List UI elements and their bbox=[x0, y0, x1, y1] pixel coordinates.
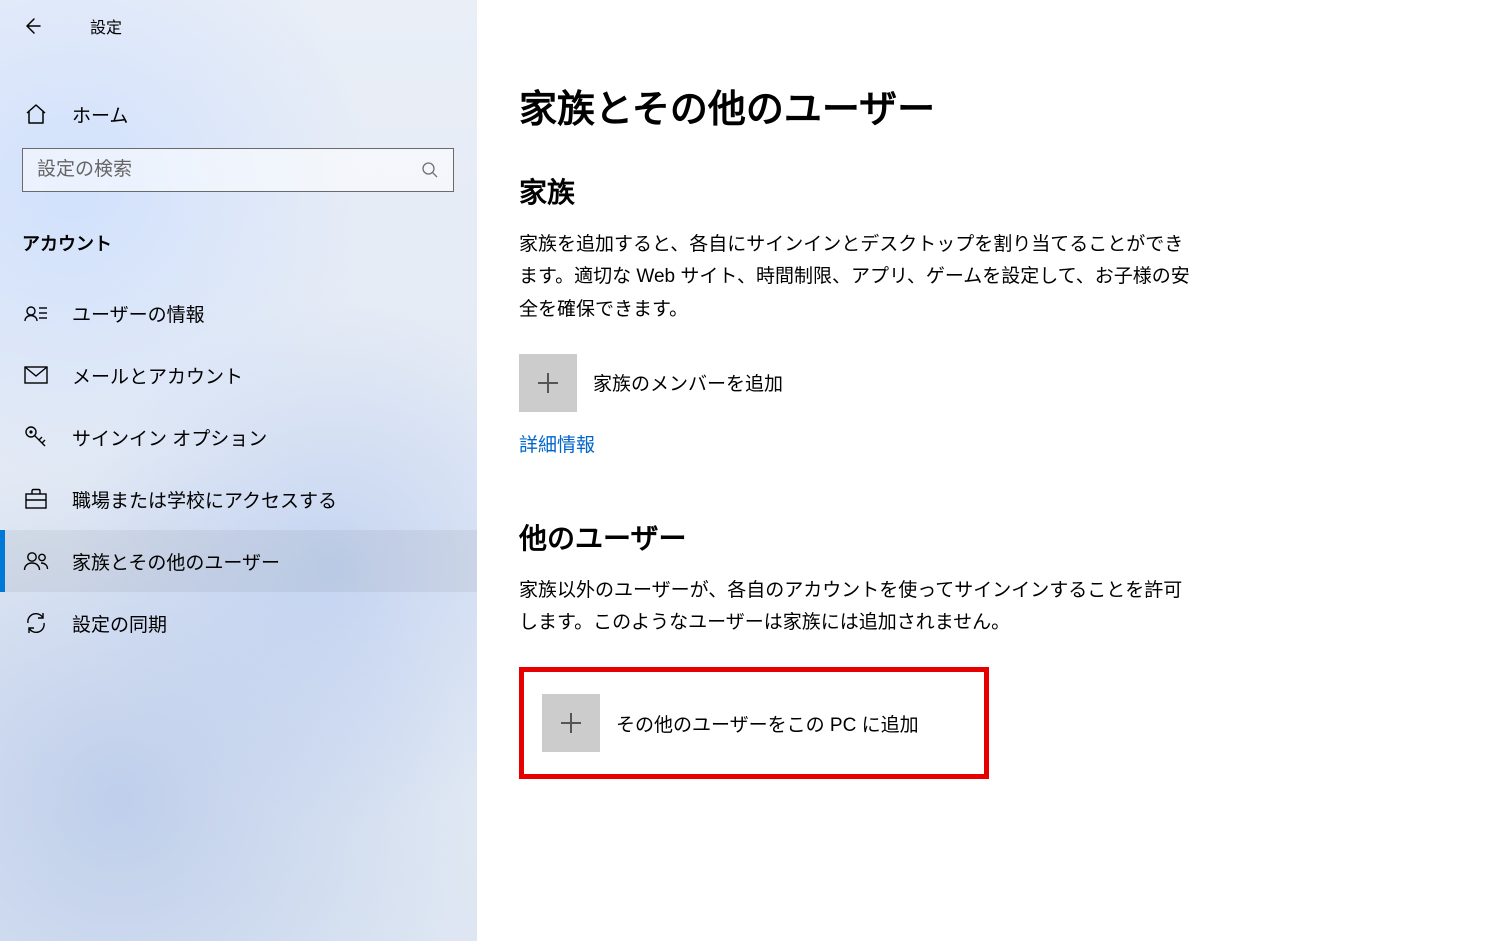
sidebar-item-label: 家族とその他のユーザー bbox=[72, 548, 280, 575]
sidebar-item-home[interactable]: ホーム bbox=[0, 88, 477, 140]
sidebar-item-label: ホーム bbox=[72, 101, 128, 128]
sidebar-item-label: 設定の同期 bbox=[72, 610, 167, 637]
section-heading-family: 家族 bbox=[519, 171, 1462, 211]
sidebar-item-label: 職場または学校にアクセスする bbox=[72, 486, 337, 513]
sidebar-item-family-other-users[interactable]: 家族とその他のユーザー bbox=[0, 530, 477, 592]
section-heading-others: 他のユーザー bbox=[519, 517, 1462, 557]
plus-box bbox=[519, 354, 577, 412]
key-icon bbox=[24, 425, 48, 449]
family-description: 家族を追加すると、各自にサインインとデスクトップを割り当てることができます。適切… bbox=[519, 229, 1199, 326]
sidebar-item-sync-settings[interactable]: 設定の同期 bbox=[0, 592, 477, 654]
search-input[interactable] bbox=[37, 159, 421, 181]
plus-icon bbox=[558, 710, 584, 736]
add-family-member-button[interactable]: 家族のメンバーを追加 bbox=[519, 354, 1462, 412]
sidebar-item-label: ユーザーの情報 bbox=[72, 300, 205, 327]
search-box[interactable] bbox=[22, 148, 454, 192]
search-icon bbox=[421, 161, 439, 179]
search-container bbox=[0, 140, 477, 200]
sidebar-item-label: メールとアカウント bbox=[72, 362, 243, 389]
main-content: 家族とその他のユーザー 家族 家族を追加すると、各自にサインインとデスクトップを… bbox=[477, 0, 1510, 941]
sidebar-item-signin-options[interactable]: サインイン オプション bbox=[0, 406, 477, 468]
app-title: 設定 bbox=[90, 14, 122, 38]
sidebar-item-your-info[interactable]: ユーザーの情報 bbox=[0, 282, 477, 344]
plus-icon bbox=[535, 370, 561, 396]
highlight-annotation: その他のユーザーをこの PC に追加 bbox=[519, 667, 989, 779]
add-other-user-label: その他のユーザーをこの PC に追加 bbox=[616, 710, 919, 737]
back-button[interactable] bbox=[14, 8, 50, 44]
back-arrow-icon bbox=[22, 16, 42, 36]
briefcase-icon bbox=[24, 488, 48, 510]
settings-window: 設定 ホーム アカウント bbox=[0, 0, 1510, 941]
family-detail-link[interactable]: 詳細情報 bbox=[519, 430, 595, 457]
user-card-icon bbox=[24, 303, 48, 323]
sync-icon bbox=[24, 611, 48, 635]
titlebar: 設定 bbox=[0, 4, 477, 48]
page-title: 家族とその他のユーザー bbox=[519, 78, 1462, 133]
sidebar-item-email-accounts[interactable]: メールとアカウント bbox=[0, 344, 477, 406]
others-description: 家族以外のユーザーが、各自のアカウントを使ってサインインすることを許可します。こ… bbox=[519, 575, 1199, 640]
people-icon bbox=[23, 550, 49, 572]
sidebar-nav: ユーザーの情報 メールとアカウント bbox=[0, 268, 477, 654]
sidebar: 設定 ホーム アカウント bbox=[0, 0, 477, 941]
sidebar-category-header: アカウント bbox=[0, 200, 477, 268]
plus-box bbox=[542, 694, 600, 752]
add-family-label: 家族のメンバーを追加 bbox=[593, 369, 783, 396]
add-other-user-button[interactable]: その他のユーザーをこの PC に追加 bbox=[542, 694, 966, 752]
mail-icon bbox=[24, 366, 48, 384]
home-icon bbox=[24, 102, 48, 126]
sidebar-item-work-school[interactable]: 職場または学校にアクセスする bbox=[0, 468, 477, 530]
category-label: アカウント bbox=[22, 234, 112, 254]
sidebar-item-label: サインイン オプション bbox=[72, 424, 267, 451]
